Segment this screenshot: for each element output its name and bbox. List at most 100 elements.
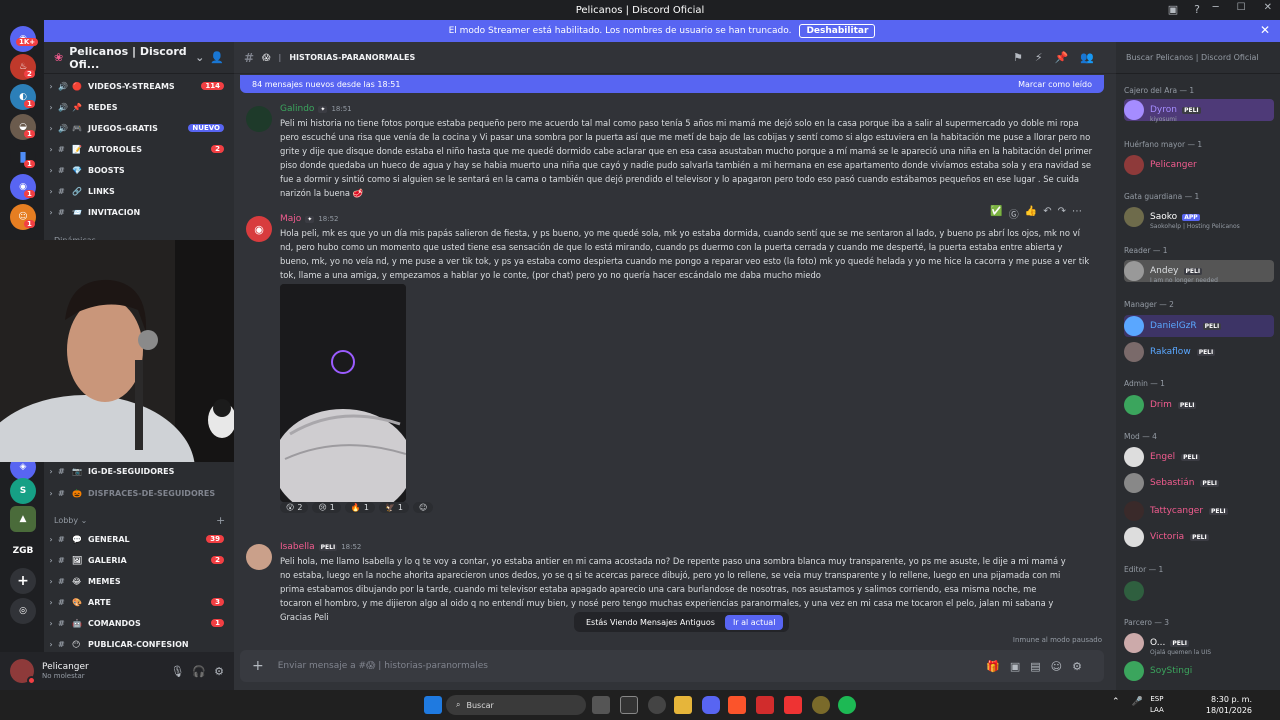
xbox-icon[interactable] — [784, 696, 802, 714]
hash-icon: # — [58, 555, 65, 565]
member-item[interactable]: Dyron PELI kiyosumi — [1124, 99, 1274, 123]
new-badge: NUEVO — [188, 124, 224, 132]
avatar[interactable] — [246, 544, 272, 570]
clock[interactable]: 8:30 p. m. 18/01/2026 — [1206, 694, 1252, 716]
channel-item[interactable]: › 🔊 📌 redes — [44, 97, 234, 117]
channel-item[interactable]: › # 🖼 galeria 2 — [44, 550, 234, 570]
channel-item[interactable]: › # 😂 memes — [44, 571, 234, 591]
member-item[interactable]: Rakaflow PELI — [1124, 341, 1274, 363]
member-item[interactable]: Victoria PELI — [1124, 526, 1274, 548]
message-image[interactable] — [280, 284, 406, 502]
app-icon[interactable] — [756, 696, 774, 714]
channel-item[interactable]: › 🔊 🔴 videos-y-streams 114 — [44, 76, 234, 96]
mark-read-button[interactable]: Marcar como leído — [1018, 80, 1092, 89]
discover-icon[interactable]: ◎ — [10, 598, 36, 624]
avatar[interactable] — [246, 106, 272, 132]
task-view-icon[interactable] — [592, 696, 610, 714]
dnd-status-icon — [27, 676, 36, 685]
member-item[interactable]: Tattycanger PELI — [1124, 500, 1274, 522]
add-channel-icon[interactable]: + — [216, 514, 225, 527]
avatar[interactable] — [10, 659, 36, 685]
reaction[interactable]: 🦅 1 — [378, 502, 409, 513]
message-actions[interactable]: ✅ Ⓖ 👍 ↶ ↷ ⋯ — [990, 206, 1082, 221]
category-label: Lobby — [54, 516, 79, 525]
minimize-button[interactable]: ─ — [1213, 2, 1219, 13]
message-author[interactable]: Isabella — [280, 542, 315, 552]
reaction[interactable]: 🔥 1 — [344, 502, 375, 513]
new-messages-bar[interactable]: 84 mensajes nuevos desde las 18:51 Marca… — [240, 75, 1104, 93]
taskbar-search[interactable]: ⌕ Buscar — [446, 695, 586, 715]
add-reaction-icon[interactable]: ☺ — [413, 502, 434, 513]
folder-icon[interactable] — [674, 696, 692, 714]
member-item[interactable]: Engel PELI — [1124, 446, 1274, 468]
help-icon[interactable]: ? — [1194, 3, 1200, 16]
gear-icon[interactable]: ⚙ — [214, 665, 224, 678]
check-icon[interactable]: ✅ — [990, 206, 1002, 221]
member-item[interactable]: Pelicanger — [1124, 154, 1274, 176]
channel-item[interactable]: › # 🔗 links — [44, 181, 234, 201]
add-server-icon[interactable]: + — [10, 568, 36, 594]
chrome-icon[interactable] — [648, 696, 666, 714]
discord-icon[interactable] — [702, 696, 720, 714]
message-input[interactable]: + Enviar mensaje a #😱 | historias-parano… — [240, 650, 1104, 682]
more-icon[interactable]: ⋯ — [1072, 206, 1082, 221]
category-lobby[interactable]: Lobby ⌄ — [54, 516, 87, 525]
inbox-icon[interactable]: ▣ — [1168, 3, 1178, 16]
member-item[interactable]: SoyStingi — [1124, 660, 1274, 682]
input-toolbar-icons[interactable]: 🎁▣▤☺⚙ — [986, 660, 1092, 673]
g-icon[interactable]: Ⓖ — [1009, 206, 1019, 221]
search-input[interactable]: Buscar Pelicanos | Discord Oficial — [1116, 42, 1280, 74]
language-indicator[interactable]: ESP LAA — [1150, 694, 1164, 716]
header-toolbar-icons[interactable]: ⚑⚡📌👥 — [1013, 51, 1106, 64]
member-item[interactable]: DanielGzR PELI — [1124, 315, 1274, 337]
brave-icon[interactable] — [728, 696, 746, 714]
role-header: Gata guardiana — 1 — [1124, 192, 1200, 201]
webcam-overlay — [0, 240, 262, 462]
notion-icon[interactable] — [620, 696, 638, 714]
channel-item[interactable]: › # 📷 ig-de-seguidores — [44, 461, 234, 481]
member-item[interactable]: Saoko APP Saokohelp | Hosting Pelicanos — [1124, 206, 1274, 230]
channel-item[interactable]: › # 💎 boosts — [44, 160, 234, 180]
member-item[interactable]: O... PELI Ojalá quemen la UIS — [1124, 632, 1274, 656]
channel-item[interactable]: › # 💬 general 39 — [44, 529, 234, 549]
jump-to-present-button[interactable]: Ir al actual — [724, 614, 784, 630]
add-attachment-icon[interactable]: + — [252, 658, 264, 674]
channel-item[interactable]: › 🔊 🎮 juegos-gratis NUEVO — [44, 118, 234, 138]
member-item[interactable]: Andey PELI I am no longer needed — [1124, 260, 1274, 284]
tray-icons[interactable]: ⌃🎤 — [1112, 697, 1155, 707]
old-messages-bar: Estás Viendo Mensajes Antiguos Ir al act… — [574, 612, 790, 632]
reaction[interactable]: 😢 1 — [312, 502, 341, 513]
server-icon[interactable]: ▲ — [10, 506, 36, 532]
obs-icon[interactable] — [812, 696, 830, 714]
channel-item[interactable]: › # 😶 publicar-confesion — [44, 634, 234, 652]
server-icon[interactable]: S — [10, 478, 36, 504]
channel-badge: 2 — [211, 145, 224, 153]
member-item[interactable]: Drim PELI — [1124, 394, 1274, 416]
reply-icon[interactable]: ↶ — [1043, 206, 1051, 221]
message-author[interactable]: Galindo — [280, 104, 314, 114]
reaction[interactable]: 😮 2 — [280, 502, 309, 513]
message-author[interactable]: Majo — [280, 214, 301, 224]
server-icon[interactable]: ZGB — [10, 538, 36, 564]
channel-item[interactable]: › # 📨 invitacion — [44, 202, 234, 222]
close-window-button[interactable]: ✕ — [1264, 2, 1272, 13]
channel-item[interactable]: › # 🎃 disfraces-de-seguidores — [44, 483, 234, 503]
maximize-button[interactable]: ☐ — [1237, 2, 1246, 13]
member-item[interactable]: Sebastián PELI — [1124, 472, 1274, 494]
windows-start-icon[interactable] — [424, 696, 442, 714]
server-header[interactable]: ❀ Pelicanos | Discord Ofi... ⌄ 👤 — [44, 42, 234, 74]
chevron-down-icon[interactable]: ⌄ — [195, 51, 204, 64]
member-item[interactable] — [1124, 580, 1274, 602]
close-icon[interactable]: ✕ — [1260, 23, 1270, 37]
avatar[interactable]: ◉ — [246, 216, 272, 242]
channel-item[interactable]: › # 🤖 comandos 1 — [44, 613, 234, 633]
spotify-icon[interactable] — [838, 696, 856, 714]
thumbs-up-icon[interactable]: 👍 — [1025, 206, 1037, 221]
disable-streamer-button[interactable]: Deshabilitar — [799, 24, 876, 38]
add-member-icon[interactable]: 👤 — [210, 51, 224, 64]
forward-icon[interactable]: ↷ — [1058, 206, 1066, 221]
channel-item[interactable]: › # 📝 autoroles 2 — [44, 139, 234, 159]
headphones-icon[interactable]: 🎧 — [192, 665, 206, 678]
mic-icon[interactable]: 🎙 — [170, 665, 184, 678]
channel-item[interactable]: › # 🎨 arte 3 — [44, 592, 234, 612]
